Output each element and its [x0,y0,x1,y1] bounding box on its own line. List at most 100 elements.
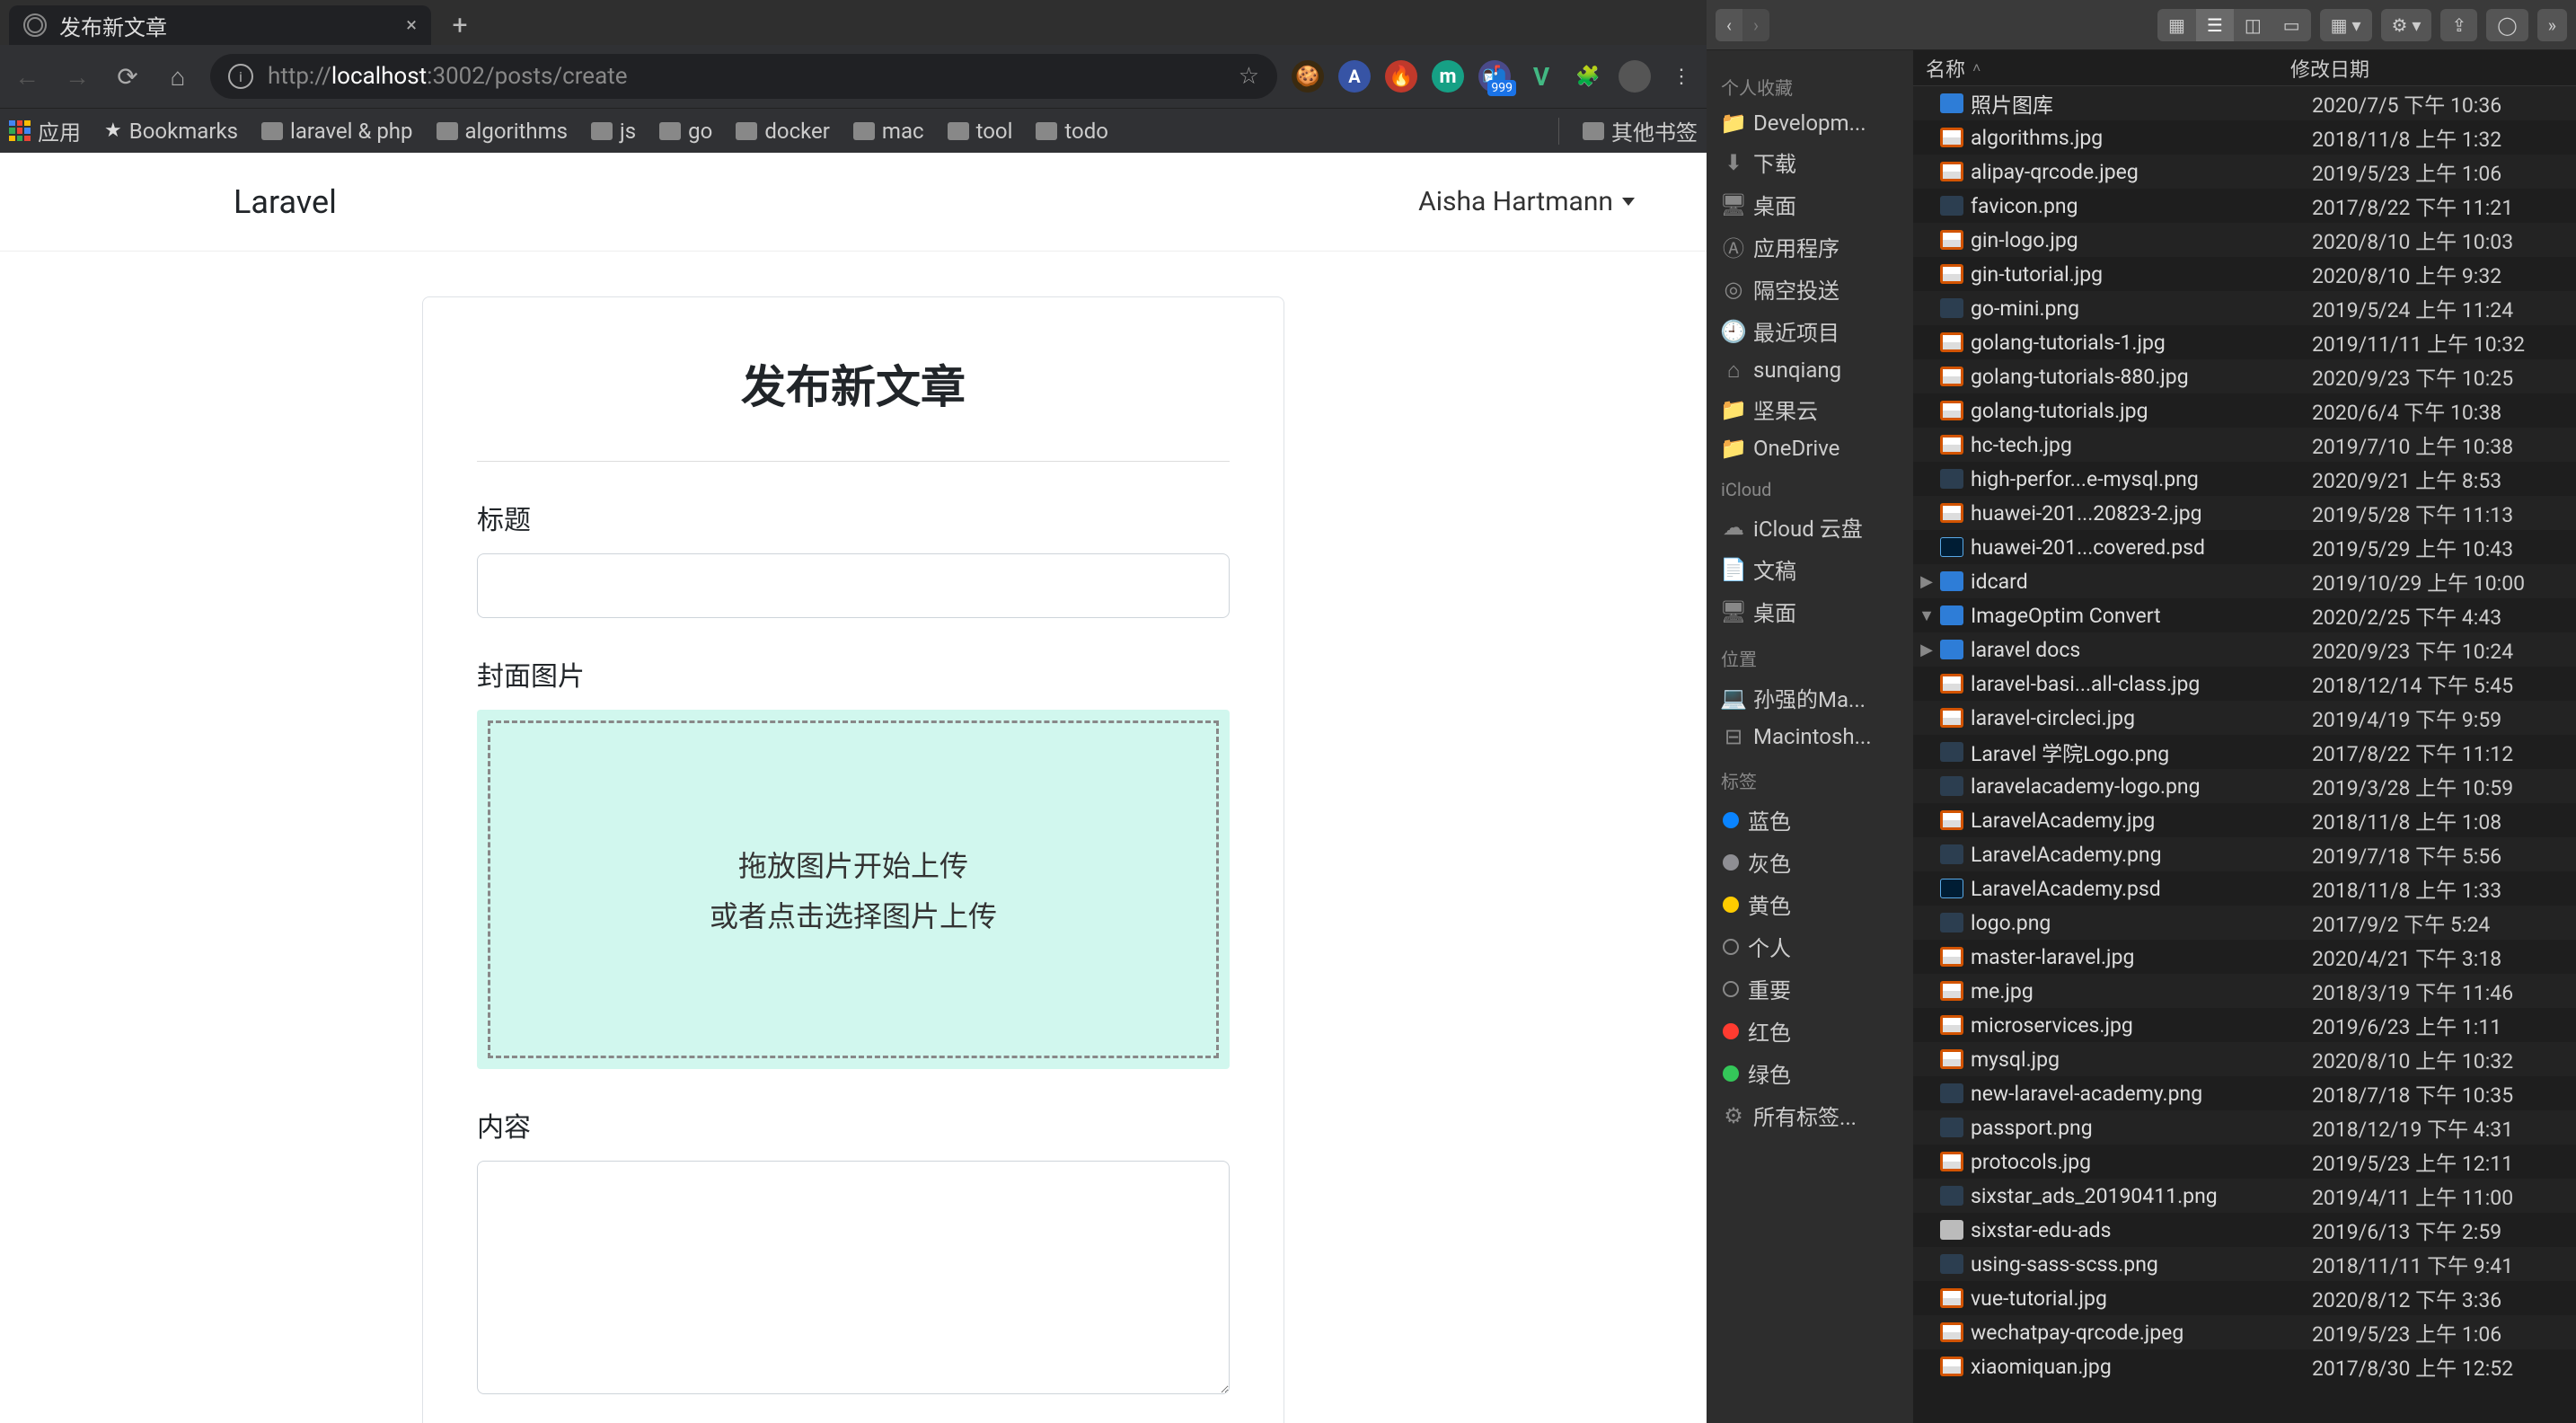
file-row[interactable]: ▶idcard2019/10/29 上午 10:00 [1913,564,2576,598]
file-row[interactable]: sixstar-edu-ads2019/6/13 下午 2:59 [1913,1213,2576,1247]
tags-button[interactable]: ◯ [2486,9,2527,41]
sidebar-item[interactable]: 🖥桌面 [1714,590,1906,632]
tag-item[interactable]: 红色 [1714,1010,1906,1052]
file-row[interactable]: gin-tutorial.jpg2020/8/10 上午 9:32 [1913,257,2576,291]
file-row[interactable]: logo.png2017/9/2 下午 5:24 [1913,906,2576,940]
sidebar-item[interactable]: ⊟Macintosh... [1714,719,1906,755]
bookmark-folder[interactable]: mac [853,119,924,144]
column-view-button[interactable]: ◫ [2234,9,2272,41]
column-date[interactable]: 修改日期 [2290,54,2576,83]
disclosure-icon[interactable]: ▶ [1913,641,1940,659]
action-button[interactable]: ⚙ ▾ [2381,9,2432,41]
apps-shortcut[interactable]: 应用 [9,115,81,146]
file-row[interactable]: golang-tutorials-880.jpg2020/9/23 下午 10:… [1913,359,2576,393]
tag-item[interactable]: 绿色 [1714,1052,1906,1094]
address-bar[interactable]: i http://localhost:3002/posts/create ☆ [210,54,1277,99]
content-textarea[interactable] [477,1161,1230,1394]
file-row[interactable]: 照片图库2020/7/5 下午 10:36 [1913,86,2576,120]
file-row[interactable]: new-laravel-academy.png2018/7/18 下午 10:3… [1913,1076,2576,1110]
sidebar-item[interactable]: 🕘最近项目 [1714,310,1906,352]
home-button[interactable]: ⌂ [160,58,196,94]
sidebar-item[interactable]: 📁OneDrive [1714,430,1906,466]
file-row[interactable]: high-perfor...e-mysql.png2020/9/21 上午 8:… [1913,462,2576,496]
extensions-menu-icon[interactable]: 🧩 [1572,60,1604,93]
file-row[interactable]: using-sass-scss.png2018/11/11 下午 9:41 [1913,1247,2576,1281]
file-row[interactable]: mysql.jpg2020/8/10 上午 10:32 [1913,1042,2576,1076]
tag-item[interactable]: 蓝色 [1714,799,1906,841]
tag-item[interactable]: 黄色 [1714,883,1906,925]
icon-view-button[interactable]: ▦ [2157,9,2196,41]
browser-tab[interactable]: 发布新文章 × [9,5,431,45]
extension-icon[interactable]: V [1525,60,1557,93]
profile-avatar[interactable] [1619,60,1651,93]
file-row[interactable]: me.jpg2018/3/19 下午 11:46 [1913,974,2576,1008]
column-name[interactable]: 名称 ˄ [1913,54,2290,83]
sidebar-item[interactable]: 📁Developm... [1714,105,1906,141]
file-row[interactable]: LaravelAcademy.png2019/7/18 下午 5:56 [1913,837,2576,871]
extension-icon[interactable]: A [1338,60,1371,93]
list-view-button[interactable]: ☰ [2196,9,2234,41]
share-button[interactable]: ⇪ [2440,9,2477,41]
file-row[interactable]: protocols.jpg2019/5/23 上午 12:11 [1913,1145,2576,1179]
gallery-view-button[interactable]: ▭ [2272,9,2311,41]
file-row[interactable]: wechatpay-qrcode.jpeg2019/5/23 上午 1:06 [1913,1315,2576,1349]
bookmark-folder[interactable]: algorithms [437,119,569,144]
extension-icon[interactable]: m [1432,60,1464,93]
file-row[interactable]: passport.png2018/12/19 下午 4:31 [1913,1110,2576,1145]
bookmark-folder[interactable]: go [659,119,712,144]
file-row[interactable]: vue-tutorial.jpg2020/8/12 下午 3:36 [1913,1281,2576,1315]
file-row[interactable]: laravel-circleci.jpg2019/4/19 下午 9:59 [1913,701,2576,735]
files-list[interactable]: 照片图库2020/7/5 下午 10:36algorithms.jpg2018/… [1913,86,2576,1423]
disclosure-icon[interactable]: ▼ [1913,606,1940,625]
finder-forward-button[interactable]: › [1742,9,1769,41]
file-row[interactable]: hc-tech.jpg2019/7/10 上午 10:38 [1913,428,2576,462]
bookmark-folder[interactable]: todo [1036,119,1108,144]
file-row[interactable]: huawei-201...covered.psd2019/5/29 上午 10:… [1913,530,2576,564]
file-row[interactable]: LaravelAcademy.jpg2018/11/8 上午 1:08 [1913,803,2576,837]
sidebar-item[interactable]: ⬇下载 [1714,141,1906,183]
sidebar-item[interactable]: 🖥桌面 [1714,183,1906,225]
user-dropdown[interactable]: Aisha Hartmann [1418,186,1635,217]
cover-dropzone[interactable]: 拖放图片开始上传 或者点击选择图片上传 [477,710,1230,1069]
close-icon[interactable]: × [406,14,417,37]
sidebar-item[interactable]: Ⓐ应用程序 [1714,225,1906,268]
extension-icon[interactable]: 📬 [1478,60,1511,93]
file-row[interactable]: alipay-qrcode.jpeg2019/5/23 上午 1:06 [1913,155,2576,189]
title-input[interactable] [477,553,1230,618]
bookmark-folder[interactable]: docker [736,119,830,144]
more-button[interactable]: » [2537,9,2567,41]
browser-menu-icon[interactable]: ⋮ [1665,60,1698,93]
bookmark-star-icon[interactable]: ☆ [1239,63,1259,90]
extension-icon[interactable]: 🍪 [1292,60,1324,93]
file-row[interactable]: algorithms.jpg2018/11/8 上午 1:32 [1913,120,2576,155]
tag-item[interactable]: 灰色 [1714,841,1906,883]
sidebar-item[interactable]: ◎隔空投送 [1714,268,1906,310]
file-row[interactable]: gin-logo.jpg2020/8/10 上午 10:03 [1913,223,2576,257]
file-row[interactable]: go-mini.png2019/5/24 上午 11:24 [1913,291,2576,325]
file-row[interactable]: Laravel 学院Logo.png2017/8/22 下午 11:12 [1913,735,2576,769]
reload-button[interactable]: ⟳ [110,58,146,94]
file-row[interactable]: microservices.jpg2019/6/23 上午 1:11 [1913,1008,2576,1042]
sidebar-item[interactable]: 📄文稿 [1714,548,1906,590]
brand-logo[interactable]: Laravel [234,183,337,221]
other-bookmarks[interactable]: 其他书签 [1583,115,1698,146]
new-tab-button[interactable]: + [440,5,480,45]
file-row[interactable]: master-laravel.jpg2020/4/21 下午 3:18 [1913,940,2576,974]
tag-item[interactable]: 重要 [1714,968,1906,1010]
sidebar-item[interactable]: 💻孙强的Ma... [1714,676,1906,719]
file-row[interactable]: favicon.png2017/8/22 下午 11:21 [1913,189,2576,223]
forward-button[interactable]: → [59,58,95,94]
file-row[interactable]: xiaomiquan.jpg2017/8/30 上午 12:52 [1913,1349,2576,1383]
sidebar-item[interactable]: ☁iCloud 云盘 [1714,506,1906,548]
file-row[interactable]: ▼ImageOptim Convert2020/2/25 下午 4:43 [1913,598,2576,632]
bookmarks-shortcut[interactable]: ★ Bookmarks [104,119,238,144]
file-row[interactable]: huawei-201...20823-2.jpg2019/5/28 下午 11:… [1913,496,2576,530]
disclosure-icon[interactable]: ▶ [1913,572,1940,591]
file-row[interactable]: ▶laravel docs2020/9/23 下午 10:24 [1913,632,2576,667]
file-row[interactable]: golang-tutorials-1.jpg2019/11/11 上午 10:3… [1913,325,2576,359]
finder-back-button[interactable]: ‹ [1716,9,1742,41]
file-row[interactable]: laravelacademy-logo.png2019/3/28 上午 10:5… [1913,769,2576,803]
back-button[interactable]: ← [9,58,45,94]
file-row[interactable]: golang-tutorials.jpg2020/6/4 下午 10:38 [1913,393,2576,428]
bookmark-folder[interactable]: laravel & php [261,119,412,144]
